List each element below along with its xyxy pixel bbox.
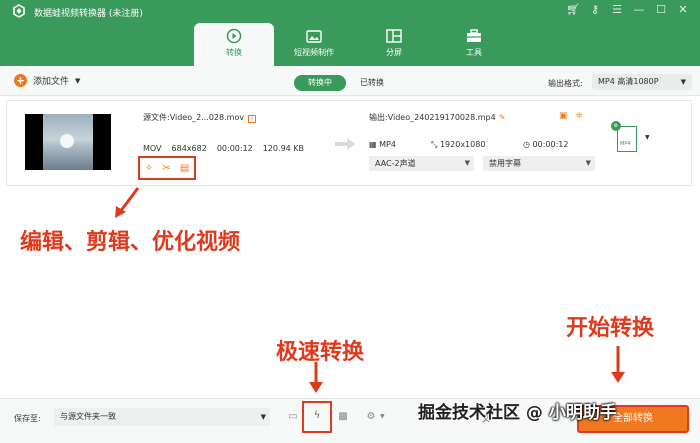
- source-meta: MOV 684x682 00:00:12 120.94 KB: [143, 144, 305, 153]
- tab-tools[interactable]: 工具: [434, 23, 514, 66]
- tab-convert[interactable]: 转换: [194, 23, 274, 66]
- source-name: 源文件:Video_2...028.mov i: [143, 112, 257, 123]
- scissors-icon[interactable]: ✂: [162, 163, 170, 174]
- settings-gear-icon[interactable]: ⚙: [364, 410, 378, 424]
- converted-tab[interactable]: 已转换: [346, 75, 398, 91]
- folder-icon[interactable]: ▭: [286, 410, 300, 424]
- clock-icon: ◷: [523, 140, 530, 149]
- chevron-down-icon[interactable]: ▼: [380, 413, 385, 420]
- output-format-icon[interactable]: MP4: [617, 126, 637, 152]
- tab-label: 短视频制作: [294, 48, 334, 57]
- pencil-icon[interactable]: ✎: [499, 113, 506, 122]
- maximize-icon[interactable]: ☐: [654, 3, 668, 17]
- settings-icon[interactable]: ▣: [559, 111, 568, 121]
- annotation-start: 开始转换: [566, 316, 655, 341]
- tab-short-video[interactable]: 短视频制作: [274, 23, 354, 66]
- status-toggle: 转换中 已转换: [294, 75, 398, 91]
- file-item: 源文件:Video_2...028.mov i MOV 684x682 00:00…: [6, 100, 692, 186]
- chevron-down-icon[interactable]: ▼: [645, 134, 650, 141]
- converting-tab[interactable]: 转换中: [294, 75, 346, 91]
- split-screen-icon: [386, 29, 402, 43]
- arrow-right-icon: [335, 138, 355, 150]
- subtitle-select[interactable]: 禁用字幕 ▼: [483, 156, 595, 171]
- chevron-down-icon: ▼: [464, 159, 470, 167]
- gpu-accel-icon[interactable]: ▩: [336, 410, 350, 424]
- title-bar: 数据蛙视频转换器 (未注册) 🛒︎ ⚷ ☰ — ☐ ✕ 转换 短视频制作 分屏 …: [0, 0, 700, 66]
- enhance-icon[interactable]: ✧: [145, 163, 153, 174]
- output-format-label: 输出格式:: [548, 79, 583, 88]
- chevron-down-icon: ▼: [680, 78, 686, 86]
- gear-icon: ⚙: [611, 121, 621, 131]
- film-icon: ▦: [369, 140, 377, 149]
- audio-track-select[interactable]: AAC-2声道 ▼: [369, 156, 474, 171]
- app-title: 数据蛙视频转换器 (未注册): [34, 9, 143, 19]
- edit-icon[interactable]: ▤: [180, 163, 189, 174]
- app-logo-icon: [13, 4, 25, 18]
- compress-icon[interactable]: ≑: [576, 111, 584, 121]
- plus-icon: +: [14, 74, 27, 87]
- add-files-label: 添加文件: [33, 77, 70, 87]
- edit-tools-group: ✧ ✂ ▤: [138, 156, 196, 180]
- tab-split-screen[interactable]: 分屏: [354, 23, 434, 66]
- key-icon[interactable]: ⚷: [588, 3, 602, 17]
- cart-icon[interactable]: 🛒︎: [566, 3, 580, 17]
- tab-label: 转换: [226, 48, 242, 57]
- annotation-arrow-edit: [115, 187, 140, 218]
- short-video-icon: [306, 30, 322, 43]
- chevron-down-icon[interactable]: ▼: [75, 77, 80, 85]
- output-name: 输出:Video_240219170028.mp4 ✎: [369, 113, 506, 122]
- output-meta: ▦ MP4 ⤡ 1920x1080 ◷ 00:00:12: [369, 140, 569, 149]
- chevron-down-icon: ▼: [585, 159, 591, 167]
- lightning-off-icon[interactable]: ϟ: [310, 409, 324, 423]
- annotation-arrow-start: [611, 346, 625, 383]
- save-to-label: 保存至:: [14, 414, 41, 423]
- add-files-button[interactable]: + 添加文件 ▼: [14, 74, 80, 87]
- info-icon[interactable]: i: [248, 115, 257, 123]
- toolbox-icon: [467, 29, 481, 42]
- chevron-down-icon: ▼: [260, 413, 266, 421]
- save-path-select[interactable]: 与源文件夹一致 ▼: [54, 408, 270, 426]
- convert-icon: [226, 28, 242, 44]
- tab-label: 分屏: [386, 48, 402, 57]
- annotation-arrow-speed: [309, 362, 323, 393]
- watermark: 掘金技术社区 @ 小明助手: [418, 403, 617, 423]
- tab-label: 工具: [466, 48, 482, 57]
- close-icon[interactable]: ✕: [676, 3, 690, 17]
- resize-icon: ⤡: [431, 140, 438, 149]
- annotation-edit: 编辑、剪辑、优化视频: [20, 230, 241, 255]
- toolbar: + 添加文件 ▼ 转换中 已转换 输出格式: MP4 高清1080P ▼: [0, 66, 700, 96]
- menu-icon[interactable]: ☰: [610, 3, 624, 17]
- minimize-icon[interactable]: —: [632, 3, 646, 17]
- output-format-select[interactable]: MP4 高清1080P ▼: [592, 74, 692, 90]
- video-thumbnail[interactable]: [25, 114, 111, 170]
